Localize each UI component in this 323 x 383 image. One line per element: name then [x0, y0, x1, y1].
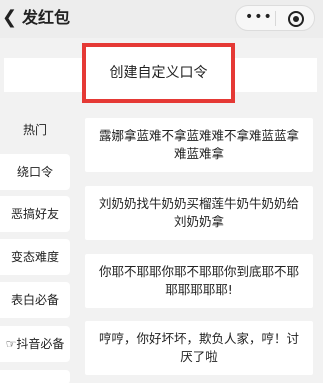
- capsule-divider: [275, 11, 276, 26]
- record-circle-icon[interactable]: [288, 11, 304, 27]
- sidebar-item-prank-friends[interactable]: 恶搞好友: [0, 196, 70, 232]
- nav-bar: ❮ 发红包 •••: [0, 0, 323, 38]
- more-icon[interactable]: •••: [245, 8, 272, 28]
- sidebar-item-confession[interactable]: 表白必备: [0, 282, 70, 318]
- create-custom-command-button[interactable]: 创建自定义口令: [82, 43, 235, 103]
- chevron-left-icon[interactable]: ❮: [2, 8, 17, 28]
- command-card[interactable]: 刘奶奶找牛奶奶买榴莲牛奶牛奶奶给刘奶奶拿: [85, 186, 313, 240]
- page-title: 发红包: [22, 8, 71, 27]
- sidebar-item-tongue-twister[interactable]: 绕口令: [0, 154, 70, 190]
- category-sidebar: 热门 绕口令 恶搞好友 变态难度 表白必备 ☞抖音必备: [0, 108, 72, 383]
- sidebar-item-hard-mode[interactable]: 变态难度: [0, 239, 70, 275]
- capsule-menu: •••: [235, 5, 315, 31]
- command-card[interactable]: 哼哼，你好坏坏，欺负人家，哼！讨厌了啦: [85, 321, 313, 375]
- sidebar-item-partial[interactable]: [0, 370, 70, 383]
- sidebar-item-hot[interactable]: 热门: [0, 112, 70, 148]
- command-card[interactable]: 露娜拿蓝难不拿蓝难难不拿难蓝蓝拿难蓝难拿: [85, 118, 313, 172]
- sidebar-item-douyin[interactable]: ☞抖音必备: [0, 326, 70, 362]
- command-card[interactable]: 你耶不耶耶你耶不耶耶你到底耶不耶耶耶耶耶耶!: [85, 254, 313, 308]
